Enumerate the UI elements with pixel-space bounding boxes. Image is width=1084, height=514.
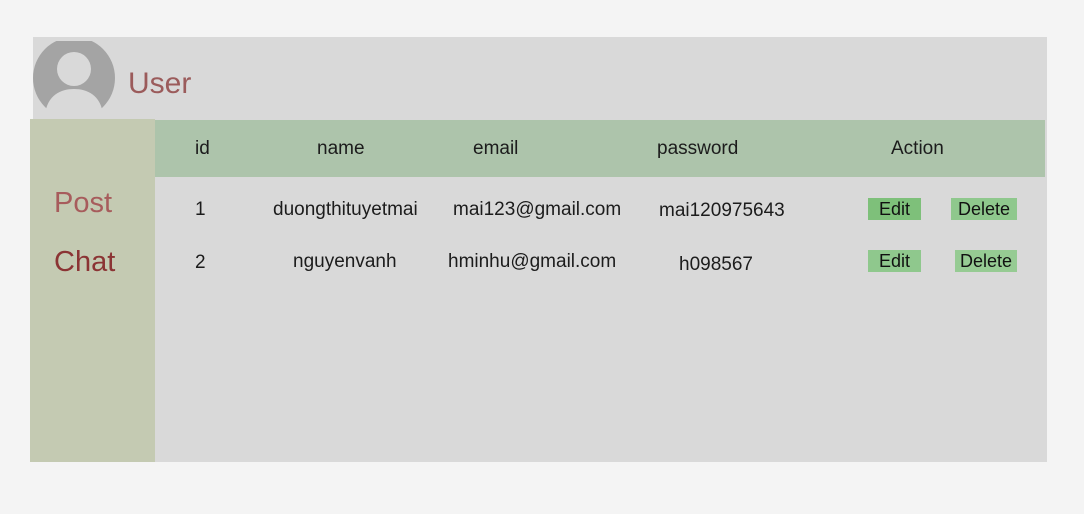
table-header: id name email password Action: [155, 120, 1045, 177]
column-header-password: password: [657, 138, 739, 159]
sidebar-item-chat[interactable]: Chat: [54, 245, 115, 279]
edit-button[interactable]: Edit: [868, 198, 921, 220]
column-header-id: id: [195, 138, 210, 159]
sidebar: Post Chat: [30, 119, 155, 462]
cell-email: mai123@gmail.com: [453, 199, 622, 220]
sidebar-item-post[interactable]: Post: [54, 186, 112, 220]
cell-name: duongthituyetmai: [273, 199, 418, 220]
column-header-email: email: [473, 138, 519, 159]
cell-password: h098567: [679, 254, 753, 275]
column-header-action: Action: [891, 138, 944, 159]
user-avatar-icon: [33, 41, 115, 115]
delete-button[interactable]: Delete: [951, 198, 1017, 220]
page-title: User: [128, 67, 192, 100]
cell-email: hminhu@gmail.com: [448, 251, 617, 272]
column-header-name: name: [317, 138, 365, 159]
cell-name: nguyenvanh: [293, 251, 397, 272]
cell-id: 2: [195, 252, 206, 273]
delete-button[interactable]: Delete: [955, 250, 1017, 272]
cell-password: mai120975643: [659, 200, 785, 221]
top-bar: User: [33, 37, 1047, 119]
edit-button[interactable]: Edit: [868, 250, 921, 272]
avatar[interactable]: [33, 41, 115, 115]
cell-id: 1: [195, 199, 206, 220]
